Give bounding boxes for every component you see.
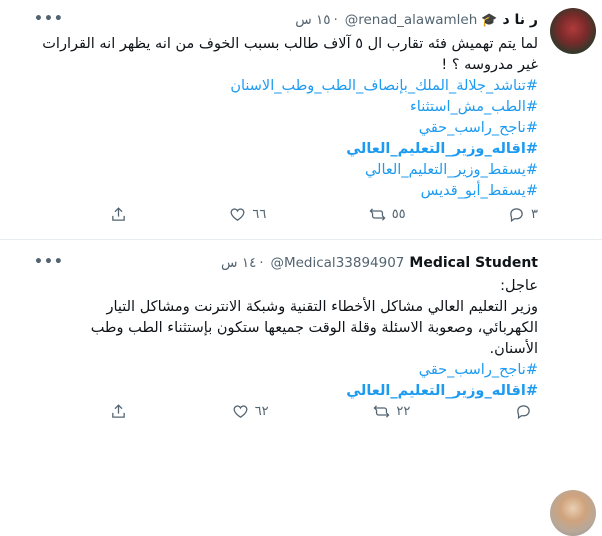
hashtag-link[interactable]: #يسقط_وزير_التعليم_العالي — [30, 160, 538, 181]
hashtag-link[interactable]: #يسقط_أبو_قديس — [30, 181, 538, 202]
tweet-actions: ٣ ٥٥ ٦٦ — [110, 206, 538, 223]
share-icon — [112, 404, 125, 418]
separator-dot: · — [333, 12, 338, 28]
retweet-icon — [369, 208, 386, 221]
tweet-text-line: وزير التعليم العالي مشاكل الأخطاء التقني… — [106, 299, 538, 315]
tweet-text-line: لما يتم تهميش فئه تقارب ال ٥ آلاف طالب ب… — [42, 36, 538, 52]
graduation-cap-icon: 🎓 — [481, 12, 498, 28]
retweet-button[interactable]: ٢٢ — [373, 403, 410, 420]
tweet-text-line: الكهربائي، وصعوبة الاسئلة وقلة الوقت جمي… — [90, 320, 538, 336]
tweet-time[interactable]: ١٤ س — [221, 255, 256, 271]
avatar[interactable] — [550, 8, 596, 54]
retweet-count: ٥٥ — [391, 207, 406, 222]
author-name[interactable]: Medical Student — [409, 255, 538, 271]
reply-count: ٣ — [531, 207, 538, 222]
reply-button[interactable] — [515, 403, 538, 420]
reply-icon — [510, 208, 523, 223]
like-count: ٦٢ — [254, 404, 269, 419]
share-button[interactable] — [110, 403, 127, 420]
hashtag-link[interactable]: #تناشد_جلالة_الملك_بإنصاف_الطب_وطب_الاسن… — [30, 76, 538, 97]
like-button[interactable]: ٦٢ — [232, 403, 269, 420]
hashtag-link[interactable]: #ناجح_راسب_حقي — [30, 118, 538, 139]
hashtag-link[interactable]: #اقاله_وزير_التعليم_العالي — [30, 381, 538, 402]
reply-button[interactable]: ٣ — [508, 206, 538, 223]
hashtag-link[interactable]: #ناجح_راسب_حقي — [30, 360, 538, 381]
retweet-icon — [373, 405, 390, 418]
separator-dot: · — [259, 255, 264, 271]
tweet-text-line: الأسنان. — [489, 341, 539, 357]
share-button[interactable] — [110, 206, 127, 223]
author-handle[interactable]: @renad_alawamleh — [345, 12, 478, 28]
more-options-icon[interactable]: ••• — [34, 254, 64, 270]
author-handle[interactable]: @Medical33894907 — [270, 255, 404, 271]
tweet[interactable]: ر نا د 🎓 @renad_alawamleh · ١٥ س ••• لما… — [0, 0, 602, 240]
more-options-icon[interactable]: ••• — [34, 11, 64, 27]
avatar[interactable] — [550, 490, 596, 536]
hashtag-link[interactable]: #اقاله_وزير_التعليم_العالي — [30, 139, 538, 160]
heart-icon — [230, 208, 245, 221]
tweet-header: ر نا د 🎓 @renad_alawamleh · ١٥ س — [40, 10, 538, 30]
tweet-actions: ٢٢ ٦٢ — [110, 403, 538, 420]
retweet-count: ٢٢ — [396, 404, 411, 419]
tweet-body: لما يتم تهميش فئه تقارب ال ٥ آلاف طالب ب… — [30, 34, 538, 202]
tweet[interactable]: Medical Student @Medical33894907 · ١٤ س … — [0, 240, 602, 536]
tweet-header: Medical Student @Medical33894907 · ١٤ س — [40, 253, 538, 273]
like-button[interactable]: ٦٦ — [229, 206, 266, 223]
heart-icon — [233, 405, 248, 418]
reply-icon — [517, 405, 530, 420]
tweet-body: عاجل: وزير التعليم العالي مشاكل الأخطاء … — [30, 276, 538, 402]
share-icon — [112, 207, 125, 221]
hashtag-link[interactable]: #الطب_مش_استثناء — [30, 97, 538, 118]
author-name[interactable]: ر نا د — [502, 12, 538, 28]
tweet-text-line: غير مدروسه ؟ ! — [441, 57, 538, 73]
like-count: ٦٦ — [252, 207, 267, 222]
tweet-time[interactable]: ١٥ س — [295, 12, 330, 28]
retweet-button[interactable]: ٥٥ — [369, 206, 406, 223]
tweet-text-line: عاجل: — [500, 278, 538, 294]
